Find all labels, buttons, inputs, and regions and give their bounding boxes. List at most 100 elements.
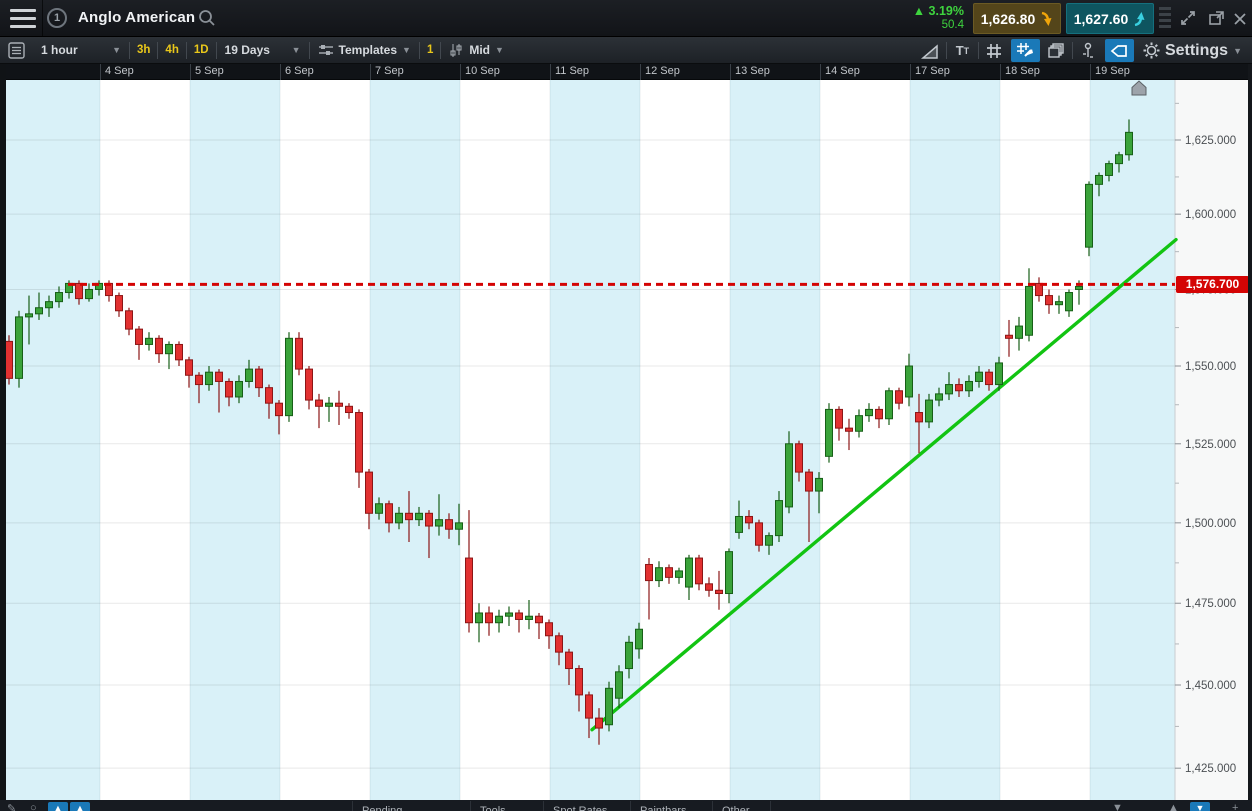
bottom-tab-tools[interactable]: Tools xyxy=(480,805,506,811)
templates-label: Templates xyxy=(338,43,398,57)
window-grip-icon[interactable] xyxy=(1159,7,1171,31)
date-label: 5 Sep xyxy=(195,65,224,77)
layers-icon[interactable] xyxy=(1042,39,1071,62)
instrument-title: Anglo American xyxy=(78,9,196,26)
left-window-edge xyxy=(0,64,6,800)
plus-icon[interactable]: + xyxy=(1232,802,1238,811)
chevron-down-icon: ▼ xyxy=(1233,45,1242,56)
gear-icon xyxy=(1143,42,1160,59)
arrow-up-button[interactable]: ▲ xyxy=(70,802,90,811)
settings-label: Settings xyxy=(1164,41,1229,59)
date-label: 7 Sep xyxy=(375,65,404,77)
toolbar-right-tools: TT Settings ▼ xyxy=(915,37,1250,64)
date-separator xyxy=(100,64,101,80)
change-points: 50.4 xyxy=(941,19,964,31)
date-label: 19 Sep xyxy=(1095,65,1130,77)
chart-canvas[interactable]: 1,625.0001,600.0001,575.0001,550.0001,52… xyxy=(0,80,1252,800)
date-label: 12 Sep xyxy=(645,65,680,77)
date-label: 11 Sep xyxy=(555,65,590,77)
svg-text:1,600.000: 1,600.000 xyxy=(1185,209,1236,221)
svg-text:1,475.000: 1,475.000 xyxy=(1185,598,1236,610)
date-label: 17 Sep xyxy=(915,65,950,77)
arrow-down-icon[interactable]: ▼ xyxy=(1112,802,1123,811)
grid-icon[interactable] xyxy=(980,39,1009,62)
date-separator xyxy=(460,64,461,80)
hash-draw-icon[interactable] xyxy=(1010,39,1040,62)
arrow-icon[interactable]: ▲ xyxy=(1168,802,1179,811)
change-percent: 3.19% xyxy=(928,4,964,18)
right-window-edge xyxy=(1248,64,1252,811)
chevron-down-icon: ▼ xyxy=(291,45,301,55)
buy-up-arrow-icon xyxy=(1134,11,1145,26)
popout-window-icon[interactable] xyxy=(1206,8,1228,30)
sell-price: 1,626.80 xyxy=(980,10,1036,27)
hamburger-menu-icon[interactable] xyxy=(10,9,36,28)
maximize-icon[interactable] xyxy=(1178,8,1200,30)
bottom-tab-paintbars[interactable]: Paintbars xyxy=(640,805,686,811)
trendline-tool-icon[interactable] xyxy=(916,39,945,62)
svg-text:1,450.000: 1,450.000 xyxy=(1185,680,1236,692)
bar-width-button[interactable]: 1 xyxy=(420,44,440,56)
bottom-tab-spot-rates[interactable]: Spot Rates xyxy=(553,805,607,811)
date-separator xyxy=(550,64,551,80)
bottom-tab-other[interactable]: Other xyxy=(722,805,750,811)
date-axis[interactable]: 4 Sep 5 Sep 6 Sep 7 Sep 10 Sep 11 Sep 12 Sep 13… xyxy=(0,64,1252,80)
templates-dropdown[interactable]: Templates ▼ xyxy=(310,37,419,64)
svg-text:1,550.000: 1,550.000 xyxy=(1185,361,1236,373)
top-bar: 1 Anglo American ▲ 3.19% 50.4 1,626.80 1… xyxy=(0,0,1252,37)
price-type-dropdown[interactable]: Mid ▼ xyxy=(441,37,512,64)
price-line-flag[interactable]: 1,576.700 xyxy=(1176,275,1249,293)
close-icon[interactable] xyxy=(1232,8,1252,30)
date-separator xyxy=(640,64,641,80)
pencil-icon[interactable]: ✎ xyxy=(7,802,16,811)
date-label: 13 Sep xyxy=(735,65,770,77)
candlestick-icon xyxy=(450,43,462,57)
change-up-arrow-icon: ▲ xyxy=(912,4,926,18)
sell-price-button[interactable]: 1,626.80 xyxy=(973,3,1061,34)
text-tool-icon[interactable]: TT xyxy=(948,39,977,62)
timeframe-value: 1 hour xyxy=(41,43,78,57)
range-dropdown[interactable]: 19 Days ▼ xyxy=(217,37,309,64)
date-label: 14 Sep xyxy=(825,65,860,77)
sell-down-arrow-icon xyxy=(1041,11,1052,26)
divider xyxy=(42,0,43,37)
buy-price: 1,627.60 xyxy=(1073,10,1129,27)
trading-app-window: 1 Anglo American ▲ 3.19% 50.4 1,626.80 1… xyxy=(0,0,1252,811)
chart-number-badge[interactable]: 1 xyxy=(47,8,67,28)
date-separator xyxy=(370,64,371,80)
arrow-down-button[interactable]: ▼ xyxy=(1190,802,1210,811)
date-label: 10 Sep xyxy=(465,65,500,77)
quick-timeframe-3h[interactable]: 3h xyxy=(130,44,157,56)
quick-timeframe-4h[interactable]: 4h xyxy=(158,44,185,56)
svg-text:1,625.000: 1,625.000 xyxy=(1185,135,1236,147)
chart-type-list-icon[interactable] xyxy=(0,37,33,64)
date-label: 4 Sep xyxy=(105,65,134,77)
date-separator xyxy=(1090,64,1091,80)
date-separator xyxy=(280,64,281,80)
svg-text:1,525.000: 1,525.000 xyxy=(1185,439,1236,451)
date-separator xyxy=(820,64,821,80)
circle-icon[interactable]: ○ xyxy=(30,802,37,811)
search-icon[interactable] xyxy=(198,9,216,32)
sliders-icon xyxy=(318,45,333,55)
price-type-value: Mid xyxy=(469,43,491,57)
range-value: 19 Days xyxy=(224,43,270,57)
date-separator xyxy=(1000,64,1001,80)
settings-dropdown[interactable]: Settings ▼ xyxy=(1135,42,1250,60)
svg-text:1,425.000: 1,425.000 xyxy=(1185,763,1236,775)
timeframe-dropdown[interactable]: 1 hour ▼ xyxy=(33,37,129,64)
chevron-down-icon: ▼ xyxy=(495,45,504,55)
quick-timeframe-1d[interactable]: 1D xyxy=(187,44,216,56)
shape-tag-icon[interactable] xyxy=(1104,39,1134,62)
date-separator xyxy=(910,64,911,80)
pin-tool-icon[interactable] xyxy=(1074,39,1103,62)
bottom-toolbar: ✎ ○ ▲ ▲ Pending Tools Spot Rates Paintba… xyxy=(0,800,1252,811)
chevron-down-icon: ▼ xyxy=(112,45,121,55)
date-label: 6 Sep xyxy=(285,65,314,77)
date-label: 18 Sep xyxy=(1005,65,1040,77)
svg-text:1,500.000: 1,500.000 xyxy=(1185,518,1236,530)
bottom-tab-pending[interactable]: Pending xyxy=(362,805,402,811)
buy-price-button[interactable]: 1,627.60 xyxy=(1066,3,1154,34)
date-separator xyxy=(730,64,731,80)
arrow-up-button[interactable]: ▲ xyxy=(48,802,68,811)
